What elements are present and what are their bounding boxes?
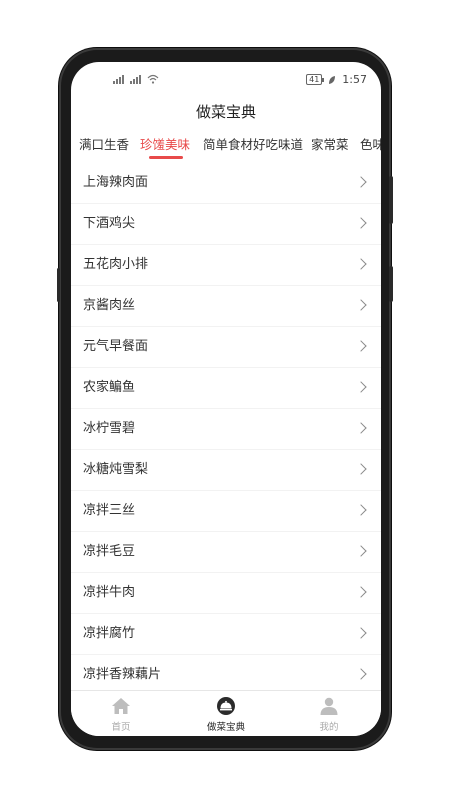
list-item[interactable]: 京酱肉丝	[71, 286, 381, 326]
leaf-icon	[329, 75, 336, 84]
chevron-right-icon	[355, 627, 367, 639]
list-item[interactable]: 上海辣肉面	[71, 163, 381, 203]
tab-manko[interactable]: 满口生香	[79, 132, 129, 158]
phone-screen: 41 1:57 做菜宝典 满口生香 珍馐美味 简单食材好吃味道 家常菜 色味 上…	[71, 62, 381, 736]
tab-jiandan[interactable]: 简单食材好吃味道	[203, 132, 303, 158]
chevron-right-icon	[355, 217, 367, 229]
list-item[interactable]: 冰糖炖雪梨	[71, 450, 381, 490]
phone-side-button	[389, 266, 393, 302]
chevron-right-icon	[355, 586, 367, 598]
list-item[interactable]: 农家鳊鱼	[71, 368, 381, 408]
recipe-name: 下酒鸡尖	[83, 216, 136, 231]
chevron-right-icon	[355, 668, 367, 680]
status-bar: 41 1:57	[71, 62, 381, 100]
wifi-icon	[147, 74, 159, 84]
chevron-right-icon	[355, 381, 367, 393]
recipe-name: 京酱肉丝	[83, 298, 136, 313]
recipe-name: 凉拌三丝	[83, 503, 136, 518]
list-item[interactable]: 凉拌三丝	[71, 491, 381, 531]
signal-off-icon	[130, 74, 141, 84]
nav-home-label: 首页	[111, 722, 131, 733]
recipe-name: 凉拌香辣藕片	[83, 667, 162, 682]
recipe-name: 农家鳊鱼	[83, 380, 136, 395]
chevron-right-icon	[355, 258, 367, 270]
recipe-name: 冰糖炖雪梨	[83, 462, 149, 477]
person-icon	[320, 697, 338, 715]
page-title: 做菜宝典	[195, 103, 256, 121]
list-item[interactable]: 元气早餐面	[71, 327, 381, 367]
tab-zhenxiu[interactable]: 珍馐美味	[140, 132, 190, 158]
chevron-right-icon	[355, 504, 367, 516]
active-tab-indicator	[149, 156, 183, 159]
nav-mine-label: 我的	[319, 722, 339, 733]
chevron-right-icon	[355, 463, 367, 475]
recipe-name: 凉拌牛肉	[83, 585, 136, 600]
recipe-name: 元气早餐面	[83, 339, 149, 354]
list-item[interactable]: 冰柠雪碧	[71, 409, 381, 449]
chevron-right-icon	[355, 340, 367, 352]
home-icon	[112, 698, 130, 714]
phone-side-button	[389, 176, 393, 224]
tab-sewei[interactable]: 色味	[360, 132, 381, 158]
category-tabs: 满口生香 珍馐美味 简单食材好吃味道 家常菜 色味	[71, 132, 381, 160]
recipe-name: 上海辣肉面	[83, 175, 149, 190]
recipe-name: 冰柠雪碧	[83, 421, 136, 436]
phone-side-button	[57, 268, 60, 302]
list-item[interactable]: 五花肉小排	[71, 245, 381, 285]
list-item[interactable]: 凉拌香辣藕片	[71, 655, 381, 693]
chevron-right-icon	[355, 299, 367, 311]
recipe-name: 凉拌毛豆	[83, 544, 136, 559]
dish-cloche-icon	[217, 697, 235, 715]
recipe-name: 凉拌腐竹	[83, 626, 136, 641]
signal-off-icon	[113, 74, 124, 84]
chevron-right-icon	[355, 545, 367, 557]
chevron-right-icon	[355, 176, 367, 188]
chevron-right-icon	[355, 422, 367, 434]
tab-jiachang[interactable]: 家常菜	[311, 132, 349, 158]
nav-recipes-label: 做菜宝典	[206, 722, 245, 733]
recipe-list: 上海辣肉面 下酒鸡尖 五花肉小排 京酱肉丝 元气早餐面 农家鳊鱼 冰柠雪碧 冰糖…	[71, 163, 381, 693]
battery-indicator: 41	[306, 74, 325, 85]
recipe-name: 五花肉小排	[83, 257, 149, 272]
bottom-nav: 首页 做菜宝典 我的	[71, 690, 381, 736]
list-item[interactable]: 凉拌腐竹	[71, 614, 381, 654]
status-time: 1:57	[342, 73, 367, 86]
list-item[interactable]: 凉拌牛肉	[71, 573, 381, 613]
list-item[interactable]: 下酒鸡尖	[71, 204, 381, 244]
list-item[interactable]: 凉拌毛豆	[71, 532, 381, 572]
